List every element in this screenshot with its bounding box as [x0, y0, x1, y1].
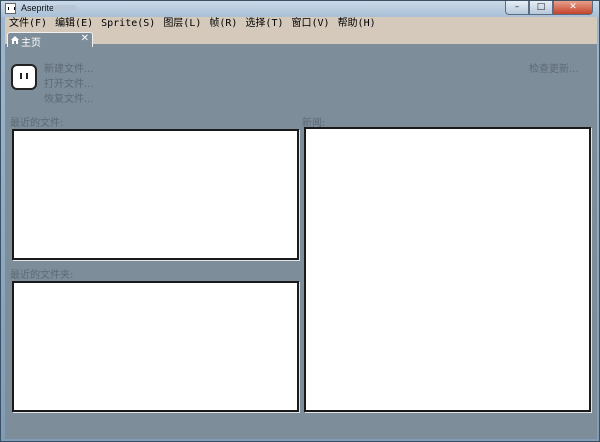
- tab-home-label: 主页: [21, 38, 41, 49]
- tab-bar: 主页 ✕: [5, 31, 597, 49]
- maximize-button[interactable]: □: [529, 1, 553, 15]
- title-bar[interactable]: Aseprite – □ ✕: [1, 1, 599, 17]
- menu-sprite[interactable]: Sprite(S): [97, 17, 159, 31]
- minimize-button[interactable]: –: [505, 1, 529, 15]
- menu-select[interactable]: 选择(T): [241, 17, 287, 31]
- menu-bar: 文件(F) 编辑(E) Sprite(S) 图层(L) 帧(R) 选择(T) 窗…: [5, 17, 597, 31]
- app-icon: [5, 3, 16, 14]
- recent-files-list[interactable]: [12, 129, 299, 260]
- application-window: Aseprite – □ ✕ 文件(F) 编辑(E) Sprite(S) 图层(…: [0, 0, 600, 442]
- tab-close-icon[interactable]: ✕: [81, 33, 89, 44]
- menu-layer[interactable]: 图层(L): [159, 17, 205, 31]
- recent-files-label: 最近的文件:: [10, 118, 64, 129]
- close-button[interactable]: ✕: [553, 1, 593, 15]
- title-bar-decoration: [53, 5, 77, 12]
- recent-folders-list[interactable]: [12, 281, 299, 412]
- menu-edit[interactable]: 编辑(E): [51, 17, 97, 31]
- recover-files-link[interactable]: 恢复文件...: [44, 90, 94, 105]
- aseprite-logo: [11, 64, 37, 90]
- menu-file[interactable]: 文件(F): [5, 17, 51, 31]
- window-title: Aseprite: [21, 3, 55, 13]
- recent-folders-label: 最近的文件夹:: [10, 270, 74, 281]
- news-panel[interactable]: [304, 127, 591, 412]
- tab-home[interactable]: 主页 ✕: [7, 32, 93, 49]
- home-icon: [11, 36, 19, 44]
- check-updates-link[interactable]: 检查更新...: [529, 60, 579, 75]
- open-file-link[interactable]: 打开文件...: [44, 75, 94, 90]
- client-area: 文件(F) 编辑(E) Sprite(S) 图层(L) 帧(R) 选择(T) 窗…: [5, 17, 597, 439]
- new-file-link[interactable]: 新建文件...: [44, 60, 94, 75]
- window-controls: – □ ✕: [505, 1, 593, 16]
- menu-window[interactable]: 窗口(V): [288, 17, 334, 31]
- menu-frame[interactable]: 帧(R): [205, 17, 241, 31]
- menu-help[interactable]: 帮助(H): [334, 17, 380, 31]
